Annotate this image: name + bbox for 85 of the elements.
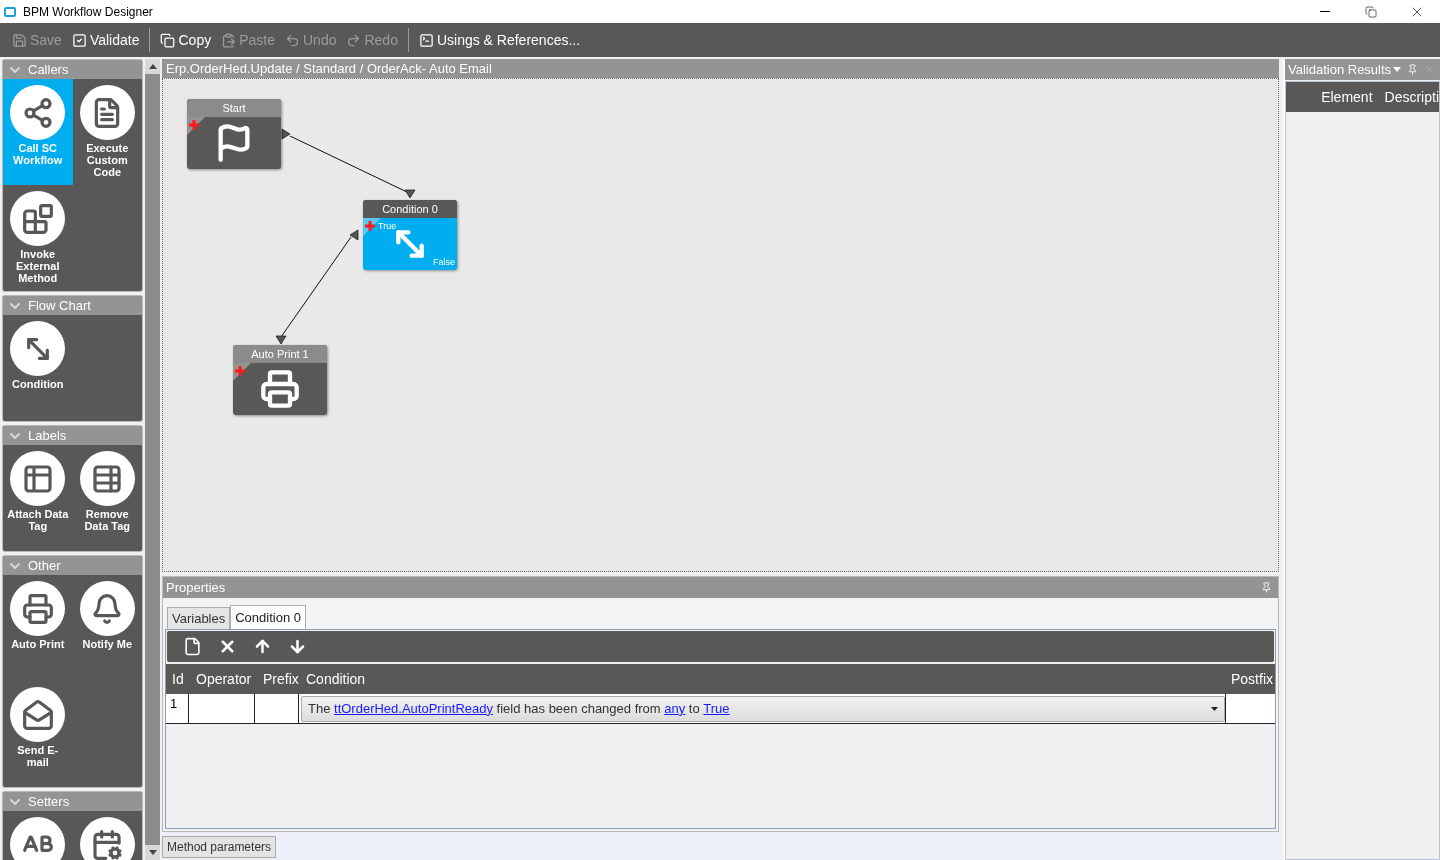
restore-icon [1365,5,1377,18]
condition-text: field has been changed from [495,699,662,718]
scroll-down-icon[interactable] [148,850,157,855]
paste-icon [221,32,237,48]
copy-icon [160,32,176,48]
arrow-down-icon[interactable] [288,637,307,656]
palette-item[interactable]: Notify Me [72,575,142,681]
palette-item[interactable]: Auto Print [3,575,73,681]
app-icon [4,6,16,17]
usings-button[interactable]: Usings & References... [414,27,585,53]
palette-item[interactable]: Condition [3,315,73,421]
table-cell: 1 [166,694,189,723]
palette-item[interactable]: Invoke External Method [3,185,73,291]
column-header: Descripti [1383,87,1439,107]
palette-item[interactable]: Execute Custom Code [72,79,142,185]
palette-label: Attach Data Tag [6,508,69,532]
add-icon[interactable] [189,120,199,130]
canvas-header: Erp.OrderHed.Update / Standard / OrderAck- Auto Email [162,59,1279,78]
tab[interactable]: Variables [167,607,231,629]
column-header: Postfix [1230,669,1274,689]
palette-label: Invoke External Method [15,248,61,284]
condition-text: to [687,699,701,718]
section-title: Labels [28,426,67,445]
pin-icon[interactable] [1407,64,1419,75]
section-title: Other [28,556,61,575]
add-icon[interactable] [365,221,375,231]
new-file-icon[interactable] [183,637,202,656]
undo-icon [285,32,300,48]
validate-icon [71,32,87,48]
palette-item[interactable]: Remove Data Tag [72,445,142,551]
palette-label: Auto Print [10,638,66,650]
condition-dropdown[interactable]: The ttOrderHed.AutoPrintReady field has been changed from any to True [301,695,1225,722]
scrollbar[interactable] [145,59,160,860]
palette-label: Condition [11,378,65,390]
palette-label: Execute Custom Code [85,142,130,178]
diagonal-arrows-icon [10,321,66,376]
redo-icon [346,32,362,48]
column-header: Condition [305,669,367,689]
column-header: Operator [195,669,253,689]
usings-icon [418,32,434,48]
column-header: Prefix [262,669,300,689]
scroll-up-icon[interactable] [148,64,157,69]
copy-button[interactable]: Copy [156,27,216,53]
palette-label: Notify Me [81,638,133,650]
dropdown-caret-icon [1211,706,1218,711]
node-title: Start [187,99,281,117]
palette-item[interactable]: Attach Data Tag [3,445,73,551]
condition-link[interactable]: any [664,698,686,719]
panel-title: Validation Results [1288,60,1392,79]
true-port-label: True [378,220,397,233]
window-title: BPM Workflow Designer [23,3,153,21]
palette-label: Call SC Workflow [12,142,64,166]
condition-link[interactable]: True [703,698,730,719]
add-icon[interactable] [235,366,245,376]
workflow-node[interactable]: Condition 0 True False [363,200,457,270]
code-file-icon [79,85,135,140]
save-icon [12,32,27,48]
bottom-tab[interactable]: Method parameters [162,836,277,858]
network-icon [10,85,66,140]
column-header: Element [1320,87,1373,107]
component-icon [10,191,66,246]
palette-item[interactable]: Send E-mail [3,681,73,787]
minimize-icon [1320,11,1330,12]
condition-link[interactable]: ttOrderHed.AutoPrintReady [334,698,493,719]
pin-icon[interactable] [1261,582,1272,593]
arrow-up-icon[interactable] [253,637,272,656]
dropdown-caret-icon[interactable] [1393,67,1402,72]
palette-label: Remove Data Tag [83,508,132,532]
node-title: Auto Print 1 [233,345,327,363]
tab[interactable]: Condition 0 [230,605,306,629]
bell-icon [79,581,135,636]
table-icon [10,451,66,506]
palette-label: Send E-mail [16,744,60,768]
column-header: Id [171,669,185,689]
section-title: Setters [28,792,70,811]
section-title: Callers [28,60,69,79]
panel-title: Properties [166,578,226,597]
envelope-icon [10,687,66,742]
false-port-label: False [433,255,455,269]
validate-button[interactable]: Validate [67,27,144,53]
section-title: Flow Chart [28,296,91,315]
node-title: Condition 0 [363,200,457,218]
printer-icon [10,581,66,636]
condition-text: The [308,699,332,718]
printer-icon [260,369,300,409]
